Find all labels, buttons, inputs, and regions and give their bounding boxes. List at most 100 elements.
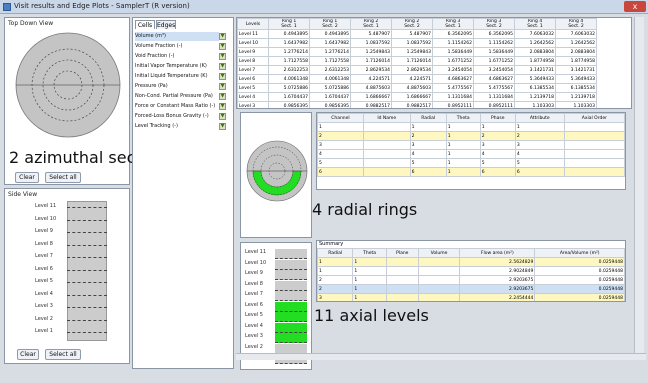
table-cell[interactable]: 2 [479,131,516,141]
table-cell[interactable]: 1.5836449 [473,47,515,57]
table-cell[interactable]: 1 [514,122,565,132]
table-cell[interactable]: 3.2454054 [432,65,474,75]
table-cell[interactable]: 1 [352,257,387,267]
table-cell[interactable] [385,266,419,276]
filter-icon[interactable]: ▼ [219,103,226,110]
column-header[interactable]: Id Name [362,113,411,123]
column-header[interactable]: Volume [417,248,461,258]
table-cell[interactable] [362,131,411,141]
table-cell[interactable]: 1.2642562 [555,38,597,48]
table-cell[interactable]: 2.2454444 [459,293,536,301]
variable-item[interactable]: Non-Cond. Partial Pressure (Pa) [135,92,219,101]
table-cell[interactable]: 2.9203675 [459,275,536,285]
table-cell[interactable]: 0.0259448 [534,293,625,301]
column-header[interactable]: Attribute [514,113,565,123]
axial-level-cell[interactable] [275,301,307,312]
table-cell[interactable]: 2.6312253 [309,65,351,75]
table-cell[interactable]: 6.1385534 [555,83,597,93]
table-cell[interactable]: 1.8774958 [555,56,597,66]
table-cell[interactable] [417,257,461,267]
column-header[interactable]: Plane [385,248,419,258]
table-cell[interactable]: 1.1154262 [473,38,515,48]
variable-item[interactable]: Pressure (Pa) [135,82,219,91]
table-cell[interactable]: 0.4943895 [309,29,351,39]
variable-item[interactable]: Void Fraction (-) [135,52,219,61]
table-row[interactable]: 11111 [317,122,625,132]
column-header[interactable]: Phase [479,113,516,123]
top-down-disk[interactable] [13,30,123,140]
table-cell[interactable]: 0.0259448 [534,266,625,276]
table-cell[interactable] [563,140,625,150]
column-header[interactable]: Radial [317,248,354,258]
column-header[interactable]: Area/Volume (m²) [534,248,625,258]
table-cell[interactable]: 1.6437982 [309,38,351,48]
column-header[interactable]: Ring 4 Sect. 2 [555,18,597,30]
table-cell[interactable] [362,158,411,168]
top-clear-button[interactable]: Clear [15,172,39,183]
table-cell[interactable]: 2.8629534 [391,65,433,75]
top-select-all-button[interactable]: Select all [45,172,81,183]
table-cell[interactable] [385,257,419,267]
table-cell[interactable]: 3 [514,140,565,150]
table-cell[interactable]: 2 [514,131,565,141]
table-cell[interactable]: 1.103303 [514,101,556,108]
column-header[interactable]: Ring 3 Sect. 1 [432,18,474,30]
table-cell[interactable]: 5 [514,158,565,168]
table-cell[interactable]: 7.6063032 [555,29,597,39]
column-header[interactable]: Channel [317,113,364,123]
column-header[interactable]: Ring 3 Sect. 2 [473,18,515,30]
table-cell[interactable]: 4.0061348 [268,74,310,84]
table-cell[interactable]: 0.8952111 [473,101,515,108]
axial-level-cell[interactable] [275,333,307,343]
table-cell[interactable]: 3.1421731 [555,65,597,75]
table-row[interactable]: 44144 [317,149,625,159]
table-cell[interactable]: 7.6063032 [514,29,556,39]
table-cell[interactable]: 1.6771252 [473,56,515,66]
table-cell[interactable]: 1.2549843 [350,47,392,57]
table-cell[interactable]: 1.2139718 [514,92,556,102]
filter-icon[interactable]: ▼ [219,33,226,40]
axial-level-cell[interactable] [275,291,307,301]
table-cell[interactable] [417,275,461,285]
table-cell[interactable]: 0.8952111 [432,101,474,108]
table-row[interactable]: 2 1 2.9203675 0.0259448 [317,284,625,294]
tab-edges[interactable]: Edges [156,20,176,29]
table-cell[interactable] [563,167,625,177]
table-cell[interactable]: 1.2642562 [514,38,556,48]
table-cell[interactable]: 1.1154262 [432,38,474,48]
table-row[interactable]: 33133 [317,140,625,150]
table-cell[interactable]: 1.8774958 [514,56,556,66]
table-cell[interactable]: 1 [317,122,364,132]
table-cell[interactable] [563,149,625,159]
table-cell[interactable]: 5.4775567 [432,83,474,93]
table-cell[interactable] [417,284,461,294]
table-cell[interactable]: 2.8629534 [350,65,392,75]
table-cell[interactable]: 5 [409,158,447,168]
table-cell[interactable] [362,122,411,132]
table-cell[interactable]: 2 [317,284,354,294]
table-cell[interactable]: 1 [317,257,354,267]
table-cell[interactable]: 4.224571 [391,74,433,84]
column-header[interactable]: Ring 2 Sect. 1 [350,18,392,30]
table-cell[interactable]: 5 [479,158,516,168]
table-cell[interactable]: 0.9882517 [350,101,392,108]
filter-icon[interactable]: ▼ [219,43,226,50]
column-header[interactable]: Flow area (m²) [459,248,536,258]
table-cell[interactable]: 3 [479,140,516,150]
table-cell[interactable]: 1.2139718 [555,92,597,102]
filter-icon[interactable]: ▼ [219,113,226,120]
table-cell[interactable]: 1.6771252 [432,56,474,66]
table-cell[interactable]: 1 [445,167,481,177]
table-cell[interactable]: 1.6437982 [268,38,310,48]
table-cell[interactable]: 1.1311684 [432,92,474,102]
table-cell[interactable] [362,167,411,177]
table-cell[interactable] [563,131,625,141]
table-cell[interactable]: 4 [317,149,364,159]
table-cell[interactable]: 1.5836449 [432,47,474,57]
tab-cells[interactable]: Cells [135,20,155,29]
table-row[interactable]: 66166 [317,167,625,177]
table-cell[interactable]: 2.0883804 [514,47,556,57]
table-cell[interactable]: 0.9856395 [309,101,351,108]
axial-level-cell[interactable] [275,270,307,280]
table-cell[interactable]: 6.3562095 [432,29,474,39]
